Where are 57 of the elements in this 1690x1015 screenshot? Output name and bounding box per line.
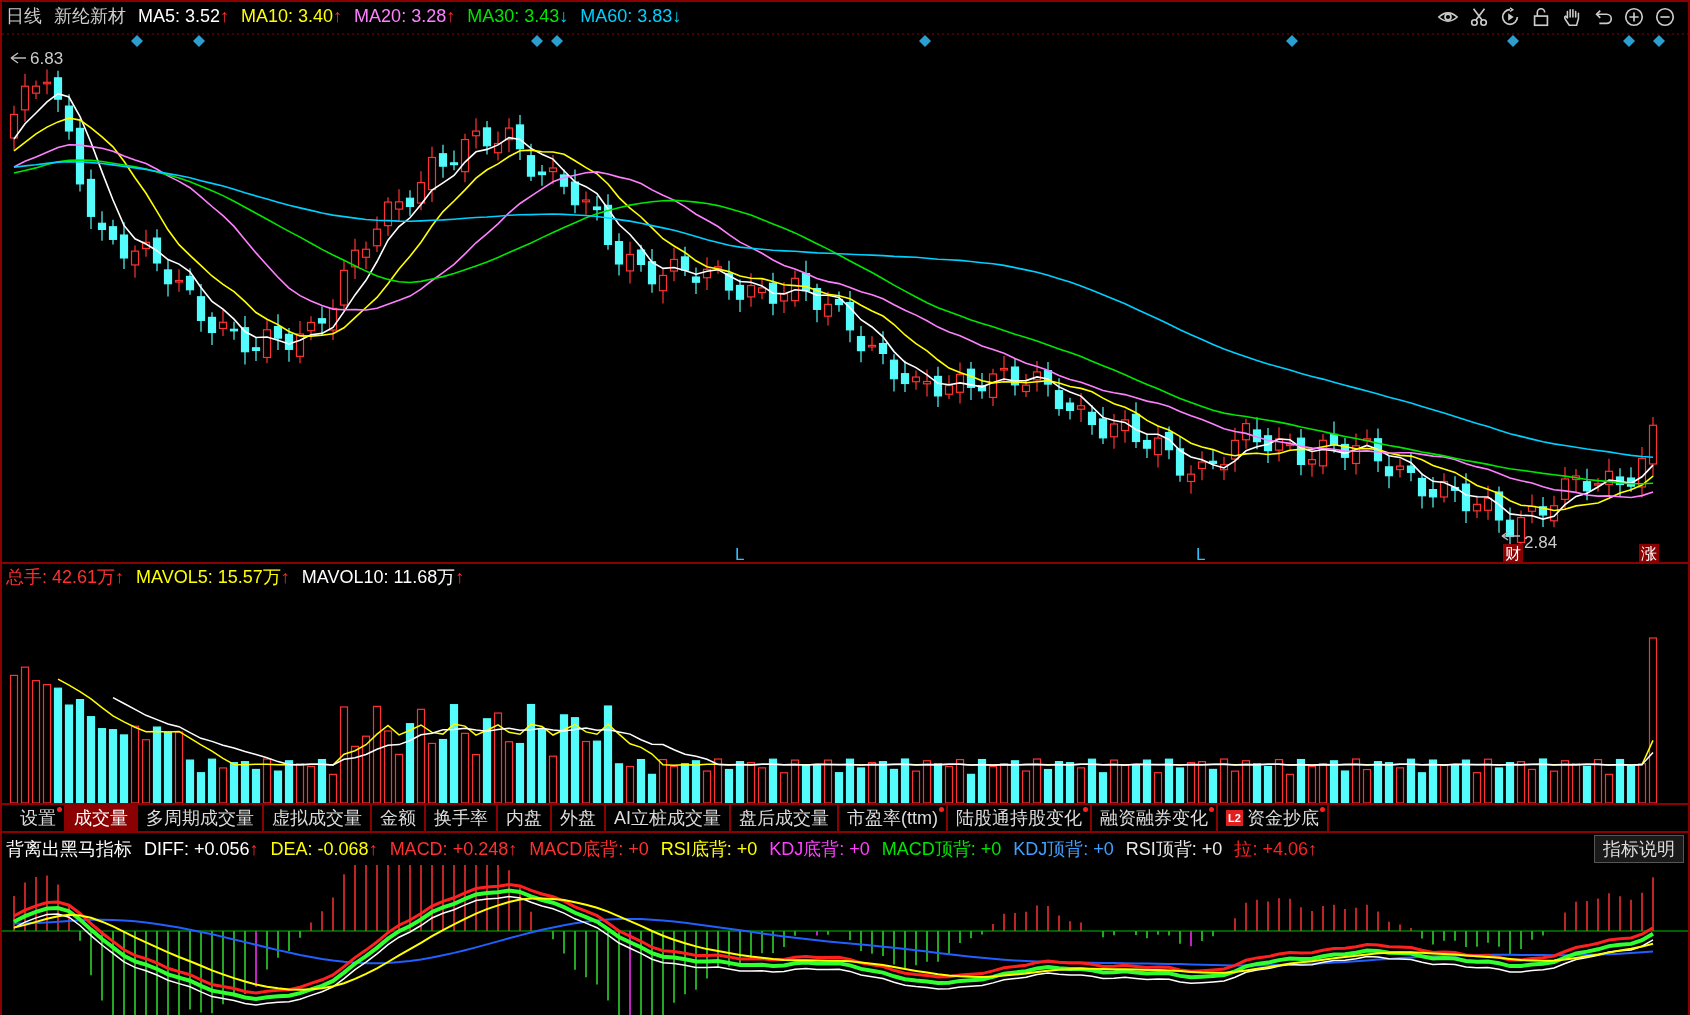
trend-arrow: ↑ <box>280 565 290 589</box>
indicator-value: 总手: 42.61万 <box>6 565 116 589</box>
indicator-value: 背离出黑马指标 <box>6 837 132 861</box>
trend-arrow: ↑ <box>1307 837 1317 861</box>
indicator-value: MACD底背: +0 <box>529 837 649 861</box>
price-label: 6.83 <box>30 48 64 68</box>
event-marker-icon[interactable] <box>1507 34 1519 47</box>
indicator-value: DIFF: +0.056 <box>144 837 250 861</box>
indicator-value: 拉: +4.06 <box>1234 837 1308 861</box>
indicator-value: MAVOL10: 11.68万 <box>301 565 456 589</box>
tab[interactable]: 成交量 <box>66 805 138 832</box>
indicator-value: RSI顶背: +0 <box>1125 837 1223 861</box>
price-label: 2.84 <box>1524 532 1558 552</box>
period-label[interactable]: 日线 <box>6 3 42 31</box>
trend-arrow: ↑ <box>508 837 518 861</box>
pointer-arrow-icon <box>1501 531 1521 541</box>
trend-arrow: ↑ <box>115 565 125 589</box>
scissors-icon[interactable] <box>1468 6 1490 28</box>
event-marker-icon[interactable] <box>1286 34 1298 47</box>
indicator-value: MA60: 3.83 <box>580 5 673 29</box>
event-marker-icon[interactable] <box>531 34 543 47</box>
play-circle-icon[interactable] <box>1499 6 1521 28</box>
zoom-out-icon[interactable] <box>1654 6 1676 28</box>
trend-arrow: ↑ <box>333 5 343 29</box>
level-badge: L2 <box>1226 810 1243 827</box>
indicator-value: MA5: 3.52 <box>138 5 221 29</box>
pointer-arrow-icon <box>10 52 27 64</box>
event-marker-icon[interactable] <box>919 34 931 47</box>
indicator-value: MACD: +0.248 <box>389 837 509 861</box>
trend-arrow: ↓ <box>672 5 682 29</box>
trend-arrow: ↑ <box>249 837 259 861</box>
indicator-value: KDJ顶背: +0 <box>1013 837 1114 861</box>
event-marker-icon[interactable] <box>1653 34 1665 47</box>
event-badge[interactable]: 涨 <box>1639 543 1659 563</box>
indicator-value: DEA: -0.068 <box>270 837 369 861</box>
signal-mark: L <box>1196 544 1206 563</box>
trend-arrow: ↑ <box>455 565 465 589</box>
indicator-value: MA30: 3.43 <box>467 5 560 29</box>
event-badge[interactable]: 财 <box>1503 543 1523 563</box>
stock-name: 新纶新材 <box>54 5 126 29</box>
indicator-value: RSI底背: +0 <box>660 837 758 861</box>
trend-arrow: ↑ <box>220 5 230 29</box>
indicator-value: MACD顶背: +0 <box>881 837 1002 861</box>
trend-arrow: ↑ <box>446 5 456 29</box>
signal-mark: L <box>735 544 745 563</box>
indicator-value: MA20: 3.28 <box>354 5 447 29</box>
indicator-value: KDJ底背: +0 <box>769 837 870 861</box>
indicator-value: MAVOL5: 15.57万 <box>136 565 281 589</box>
indicator-value: MA10: 3.40 <box>241 5 334 29</box>
event-marker-icon[interactable] <box>131 34 143 47</box>
event-marker-icon[interactable] <box>193 34 205 47</box>
zoom-in-icon[interactable] <box>1623 6 1645 28</box>
event-marker-icon[interactable] <box>551 34 563 47</box>
trend-arrow: ↑ <box>368 837 378 861</box>
indicator-help-button[interactable]: 指标说明 <box>1594 835 1684 864</box>
event-marker-icon[interactable] <box>1623 34 1635 47</box>
trend-arrow: ↓ <box>559 5 569 29</box>
